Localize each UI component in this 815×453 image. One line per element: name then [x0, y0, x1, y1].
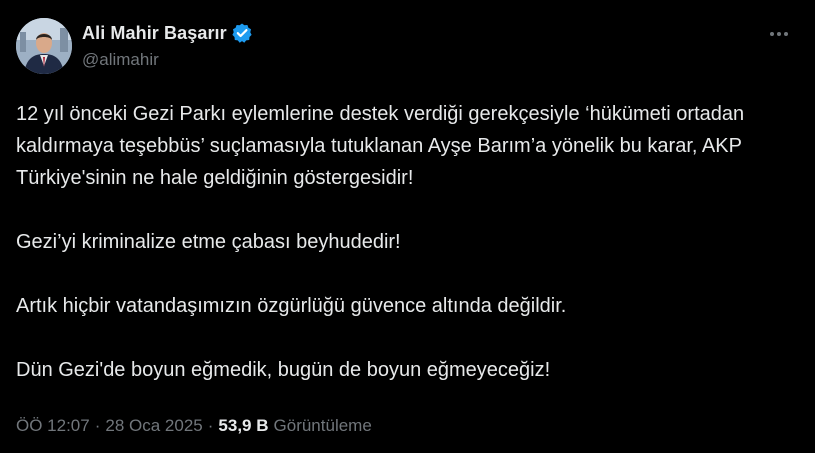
views-label[interactable]: Görüntüleme	[274, 416, 372, 436]
tweet-paragraph: Gezi’yi kriminalize etme çabası beyhuded…	[16, 231, 401, 253]
verified-badge-icon[interactable]	[231, 22, 253, 44]
author-display-name[interactable]: Ali Mahir Başarır	[82, 23, 227, 44]
avatar-image	[16, 18, 72, 74]
meta-separator: ·	[94, 416, 101, 435]
name-row: Ali Mahir Başarır	[82, 20, 253, 46]
author-info: Ali Mahir Başarır @alimahir	[82, 20, 253, 70]
tweet-paragraph: Dün Gezi'de boyun eğmedik, bugün de boyu…	[16, 359, 551, 381]
tweet-header: Ali Mahir Başarır @alimahir	[16, 18, 799, 78]
meta-separator: ·	[207, 416, 214, 435]
tweet-paragraph: Artık hiçbir vatandaşımızın özgürlüğü gü…	[16, 295, 567, 317]
tweet-paragraph: 12 yıl önceki Gezi Parkı eylemlerine des…	[16, 103, 745, 189]
tweet-meta: ÖÖ 12:07 · 28 Oca 2025 · 53,9 B Görüntül…	[16, 416, 372, 436]
tweet-text: 12 yıl önceki Gezi Parkı eylemlerine des…	[16, 98, 799, 386]
more-horizontal-icon[interactable]	[765, 22, 793, 46]
author-handle[interactable]: @alimahir	[82, 50, 253, 70]
tweet-date[interactable]: 28 Oca 2025	[105, 416, 202, 436]
avatar[interactable]	[16, 18, 72, 74]
tweet-card: Ali Mahir Başarır @alimahir 12 yıl öncek…	[0, 0, 815, 453]
views-count[interactable]: 53,9 B	[218, 416, 268, 436]
tweet-time[interactable]: ÖÖ 12:07	[16, 416, 90, 436]
